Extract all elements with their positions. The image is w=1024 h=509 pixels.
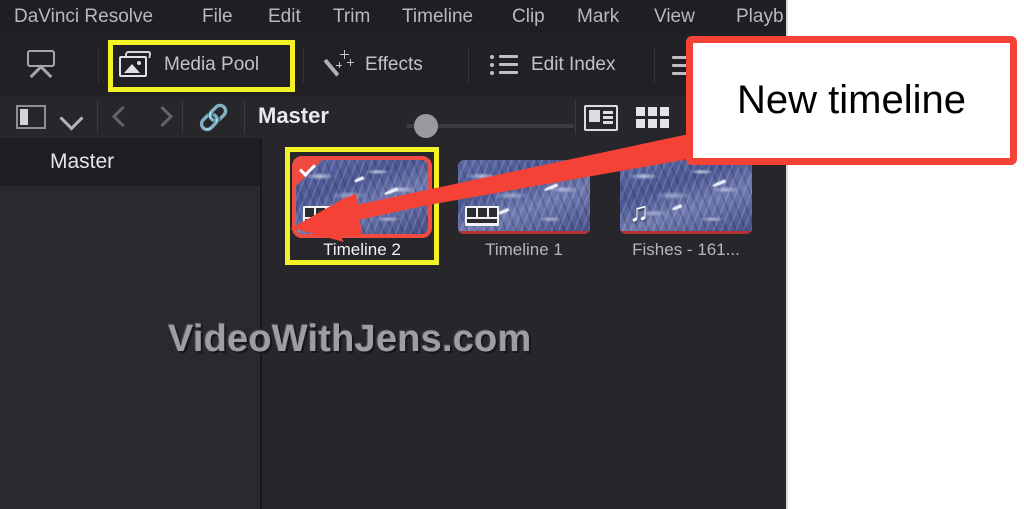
- effects-label: Effects: [365, 54, 423, 75]
- grid-view-icon[interactable]: [636, 105, 670, 131]
- thumbnail-size-slider[interactable]: [406, 114, 574, 138]
- menu-item-edit[interactable]: Edit: [268, 3, 301, 31]
- toolbar-divider-1: [98, 47, 99, 83]
- screenshot-root: DaVinci Resolve File Edit Trim Timeline …: [0, 0, 1024, 509]
- menu-bar: DaVinci Resolve File Edit Trim Timeline …: [0, 0, 788, 34]
- broken-link-icon[interactable]: 🔗: [196, 104, 232, 132]
- edit-index-button[interactable]: Edit Index: [490, 44, 616, 86]
- menu-item-file[interactable]: File: [202, 3, 233, 31]
- edit-index-label: Edit Index: [531, 54, 616, 75]
- menu-item-mark[interactable]: Mark: [577, 3, 619, 31]
- pool-title: Master: [258, 103, 329, 128]
- pool-header-divider-1: [97, 100, 98, 134]
- highlight-media-pool: [108, 40, 295, 92]
- pool-header-divider-3: [244, 100, 245, 134]
- list-icon: [490, 53, 520, 77]
- list-view-icon[interactable]: [584, 105, 618, 131]
- sidebar-item-master[interactable]: Master: [0, 138, 260, 186]
- menu-item-clip[interactable]: Clip: [512, 3, 545, 31]
- sidebar-toggle-icon[interactable]: [16, 105, 46, 129]
- pool-header-divider-2: [182, 100, 183, 134]
- menu-item-davinci-resolve[interactable]: DaVinci Resolve: [14, 3, 153, 31]
- nav-forward-button[interactable]: [151, 105, 174, 128]
- callout-text: New timeline: [737, 78, 966, 122]
- callout-box: New timeline: [686, 36, 1017, 165]
- nav-back-button[interactable]: [111, 105, 134, 128]
- media-storage-button[interactable]: [24, 44, 58, 88]
- toolbar-divider-3: [468, 47, 469, 83]
- menu-item-view[interactable]: View: [654, 3, 695, 31]
- toolbar-divider-2: [303, 47, 304, 83]
- sidebar-item-label: Master: [50, 150, 115, 173]
- menu-item-playback[interactable]: Playb: [736, 3, 784, 31]
- callout-arrow: [290, 130, 730, 242]
- menu-item-trim[interactable]: Trim: [333, 3, 370, 31]
- watermark: VideoWithJens.com: [168, 318, 532, 360]
- menu-item-timeline[interactable]: Timeline: [402, 3, 473, 31]
- toolbar-divider-4: [654, 47, 655, 83]
- effects-wand-icon: [322, 50, 354, 80]
- pool-header-divider-4: [575, 100, 576, 134]
- effects-button[interactable]: Effects: [322, 44, 423, 86]
- media-storage-icon: [24, 50, 58, 88]
